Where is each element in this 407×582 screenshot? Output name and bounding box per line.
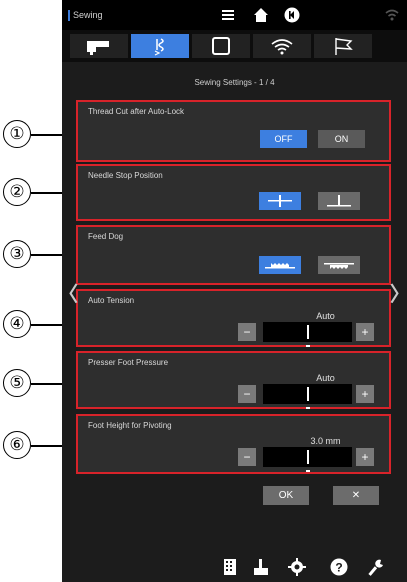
app-title: Sewing [68, 10, 103, 21]
needle-up-button[interactable] [259, 192, 301, 210]
auto-tension-minus-button[interactable]: − [238, 323, 256, 341]
tab-wireless[interactable] [253, 34, 311, 58]
auto-tension-slider-thumb[interactable] [307, 325, 309, 339]
thread-cut-on-button[interactable]: ON [318, 130, 365, 148]
presser-foot-slider-thumb[interactable] [307, 387, 309, 401]
frame-icon [212, 37, 230, 55]
presser-foot-minus-button[interactable]: − [238, 385, 256, 403]
presser-foot-plus-button[interactable]: + [356, 385, 374, 403]
thread-cut-panel: Thread Cut after Auto-Lock OFF ON [76, 100, 391, 162]
callout-6: ⑥ [3, 431, 31, 459]
thread-spool-icon[interactable] [253, 558, 269, 576]
top-bar: Sewing [62, 0, 407, 30]
presser-foot-panel: Presser Foot Pressure Auto − + [76, 351, 391, 409]
auto-tension-plus-button[interactable]: + [356, 323, 374, 341]
stitch-icon [154, 38, 164, 56]
help-icon[interactable]: ? [330, 558, 348, 576]
needle-down-icon [327, 195, 351, 207]
category-tab-bar [62, 30, 407, 62]
page-subtitle: Sewing Settings - 1 / 4 [194, 78, 275, 87]
presser-foot-slider[interactable] [263, 384, 352, 409]
next-page-arrow[interactable]: 〉 [390, 278, 407, 307]
auto-tension-panel: Auto Tension Auto − + [76, 289, 391, 347]
ok-button[interactable]: OK [263, 486, 309, 505]
tab-stitch-settings[interactable] [131, 34, 189, 58]
foot-height-slider-thumb[interactable] [307, 450, 309, 464]
feed-dog-up-button[interactable] [259, 256, 301, 274]
menu-icon[interactable] [220, 7, 236, 23]
thread-cut-label: Thread Cut after Auto-Lock [88, 107, 185, 116]
needle-stop-label: Needle Stop Position [88, 171, 163, 180]
tab-flag[interactable] [314, 34, 372, 58]
auto-tension-label: Auto Tension [88, 296, 135, 305]
feed-dog-label: Feed Dog [88, 232, 124, 241]
pattern-icon[interactable] [222, 558, 238, 576]
auto-tension-slider[interactable] [263, 322, 352, 347]
feed-dog-down-icon [324, 263, 354, 269]
callout-1: ① [3, 120, 31, 148]
feed-dog-down-button[interactable] [318, 256, 360, 274]
wifi-status-icon [385, 9, 399, 21]
foot-height-center-mark [306, 470, 310, 472]
foot-height-label: Foot Height for Pivoting [88, 421, 172, 430]
flag-icon [335, 38, 353, 55]
presser-foot-label: Presser Foot Pressure [88, 358, 169, 367]
feed-dog-panel: Feed Dog [76, 225, 391, 285]
tab-sewing-machine[interactable] [70, 34, 128, 58]
home-icon[interactable] [253, 7, 269, 23]
callout-5: ⑤ [3, 369, 31, 397]
foot-height-plus-button[interactable]: + [356, 448, 374, 466]
needle-up-icon [268, 195, 292, 207]
foot-height-minus-button[interactable]: − [238, 448, 256, 466]
wrench-icon[interactable] [368, 558, 386, 576]
machine-screen: Sewing Sewing Settings - 1 / 4 Thread Cu… [62, 0, 407, 582]
prev-page-arrow[interactable]: 〈 [62, 278, 78, 307]
needle-stop-panel: Needle Stop Position [76, 164, 391, 221]
feed-dog-up-icon [265, 263, 295, 269]
svg-text:?: ? [335, 561, 342, 575]
auto-tension-center-mark [306, 345, 310, 347]
foot-height-value: 3.0 mm [310, 436, 341, 446]
auto-tension-value: Auto [316, 311, 335, 321]
sewing-machine-icon [87, 41, 109, 55]
presser-foot-value: Auto [316, 373, 335, 383]
foot-height-panel: Foot Height for Pivoting 3.0 mm − + [76, 414, 391, 474]
needle-down-button[interactable] [318, 192, 360, 210]
callout-2: ② [3, 178, 31, 206]
foot-height-slider[interactable] [263, 447, 352, 472]
thread-cut-off-button[interactable]: OFF [260, 130, 307, 148]
settings-icon[interactable] [288, 558, 306, 576]
callout-4: ④ [3, 310, 31, 338]
back-icon[interactable] [284, 7, 300, 23]
wifi-icon [271, 39, 293, 55]
callout-3: ③ [3, 240, 31, 268]
tab-embroidery-frame[interactable] [192, 34, 250, 58]
presser-foot-center-mark [306, 407, 310, 409]
close-button[interactable]: ✕ [333, 486, 379, 505]
